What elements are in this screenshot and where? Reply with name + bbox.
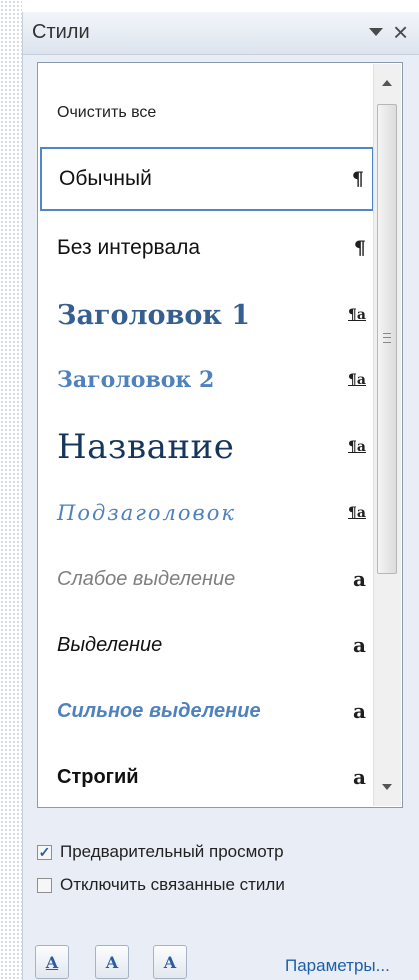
style-inspector-button[interactable]: A <box>95 945 129 979</box>
style-name: Строгий <box>57 765 139 788</box>
styles-list[interactable]: Очистить все Обычный ¶ Без интервала ¶ З… <box>37 62 403 808</box>
scroll-down-arrow-icon[interactable] <box>382 784 392 790</box>
new-style-button[interactable]: A <box>35 945 69 979</box>
disable-linked-label: Отключить связанные стили <box>60 875 285 894</box>
style-item-intense-emphasis[interactable]: Сильное выделение a <box>40 679 374 743</box>
grip-icon <box>383 333 391 343</box>
disable-linked-checkbox[interactable] <box>37 877 52 893</box>
pane-titlebar: Стили × <box>23 12 419 55</box>
style-name: Название <box>57 427 235 467</box>
dotted-background <box>0 0 22 980</box>
style-inspector-icon: A <box>105 952 119 972</box>
vertical-scrollbar[interactable] <box>373 64 401 806</box>
style-name: Слабое выделение <box>57 567 236 590</box>
styles-pane: Стили × Очистить все Обычный ¶ Без интер… <box>22 12 419 980</box>
preview-label: Предварительный просмотр <box>60 842 284 861</box>
scroll-thumb[interactable] <box>377 104 397 574</box>
style-item-subtle-emphasis[interactable]: Слабое выделение a <box>40 547 374 611</box>
scroll-up-arrow-icon[interactable] <box>382 80 392 86</box>
character-style-icon: a <box>353 699 366 723</box>
style-name: Заголовок 2 <box>57 367 215 393</box>
linked-style-icon: ¶a <box>348 307 366 323</box>
manage-styles-icon: A <box>163 952 177 972</box>
pane-title: Стили <box>32 21 90 43</box>
style-item-heading-1[interactable]: Заголовок 1 ¶a <box>40 283 374 347</box>
options-link[interactable]: Параметры... <box>285 956 390 976</box>
style-item-clear-all[interactable]: Очистить все <box>40 81 374 145</box>
preview-option[interactable]: ✓ Предварительный просмотр <box>37 842 284 862</box>
style-name: Сильное выделение <box>57 699 261 722</box>
character-style-icon: a <box>353 567 366 591</box>
paragraph-mark-icon: ¶ <box>351 168 364 190</box>
style-name: Обычный <box>59 167 152 190</box>
style-name: Выделение <box>57 633 163 656</box>
linked-style-icon: ¶a <box>348 505 366 521</box>
new-style-icon: A <box>45 952 59 972</box>
style-item-subtitle[interactable]: Подзаголовок ¶a <box>40 481 374 545</box>
paragraph-mark-icon: ¶ <box>353 237 366 259</box>
style-name: Заголовок 1 <box>57 299 251 331</box>
style-item-normal[interactable]: Обычный ¶ <box>40 147 374 211</box>
character-style-icon: a <box>353 633 366 657</box>
style-item-no-spacing[interactable]: Без интервала ¶ <box>40 216 374 280</box>
character-style-icon: a <box>353 765 366 789</box>
dropdown-arrow-icon[interactable] <box>369 28 383 36</box>
manage-styles-button[interactable]: A <box>153 945 187 979</box>
style-item-strong[interactable]: Строгий a <box>40 745 374 809</box>
linked-style-icon: ¶a <box>348 439 366 455</box>
close-icon[interactable]: × <box>393 17 408 47</box>
style-item-heading-2[interactable]: Заголовок 2 ¶a <box>40 348 374 412</box>
style-name: Подзаголовок <box>57 501 236 525</box>
preview-checkbox[interactable]: ✓ <box>37 844 52 860</box>
linked-style-icon: ¶a <box>348 372 366 388</box>
disable-linked-option[interactable]: Отключить связанные стили <box>37 875 285 895</box>
style-name: Очистить все <box>57 104 157 121</box>
style-item-emphasis[interactable]: Выделение a <box>40 613 374 677</box>
style-item-title[interactable]: Название ¶a <box>40 415 374 479</box>
style-name: Без интервала <box>57 236 201 259</box>
